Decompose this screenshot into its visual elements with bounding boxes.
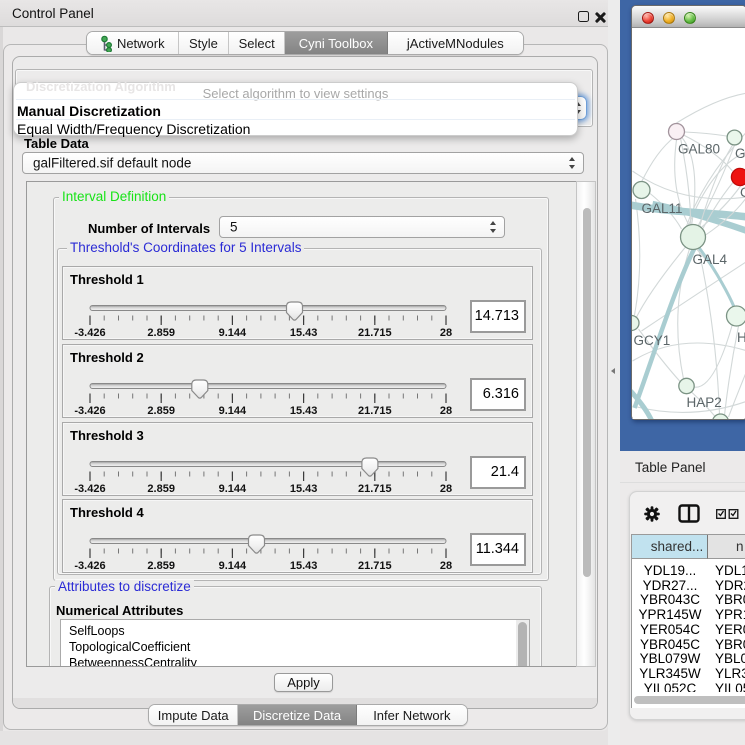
svg-text:GAL80: GAL80 xyxy=(678,142,720,157)
svg-text:HAP2: HAP2 xyxy=(687,395,722,410)
svg-text:GAL4: GAL4 xyxy=(693,252,728,267)
svg-text:GAL11: GAL11 xyxy=(642,201,683,216)
svg-text:GA: GA xyxy=(735,146,745,161)
svg-text:GCY1: GCY1 xyxy=(634,333,671,348)
svg-text:C: C xyxy=(740,185,745,200)
svg-text:HI: HI xyxy=(737,330,745,345)
